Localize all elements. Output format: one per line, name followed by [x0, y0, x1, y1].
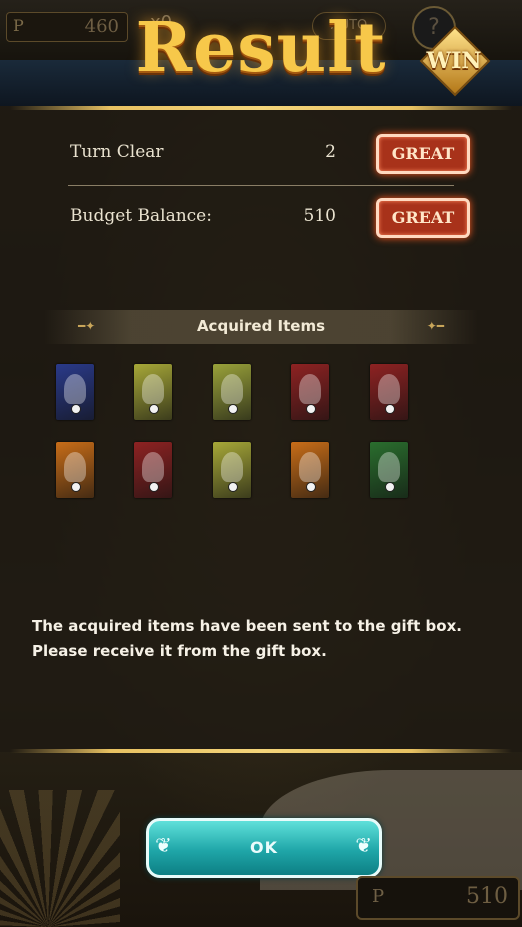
grade-badge: GREAT	[376, 198, 470, 238]
rarity-gem-icon	[306, 404, 316, 414]
rarity-gem-icon	[149, 404, 159, 414]
bottom-points-icon: P	[372, 886, 385, 907]
acquired-item-card[interactable]	[370, 364, 408, 420]
score-divider	[68, 185, 454, 186]
fan-decoration	[0, 790, 120, 927]
acquired-item-card[interactable]	[213, 442, 251, 498]
rarity-gem-icon	[71, 482, 81, 492]
acquired-item-card[interactable]	[213, 364, 251, 420]
acquired-item-card[interactable]	[56, 442, 94, 498]
rarity-gem-icon	[306, 482, 316, 492]
ok-button-label: OK	[250, 838, 278, 857]
acquired-item-card[interactable]	[291, 364, 329, 420]
score-row-budget-balance: Budget Balance: 510 GREAT	[0, 198, 522, 238]
score-value: 2	[325, 142, 336, 162]
score-value: 510	[303, 206, 336, 226]
grade-badge: GREAT	[376, 134, 470, 174]
acquired-item-card[interactable]	[291, 442, 329, 498]
panel-top-border	[10, 106, 512, 110]
score-label: Turn Clear	[70, 142, 164, 162]
rarity-gem-icon	[71, 404, 81, 414]
character-art	[378, 374, 400, 404]
bottom-points-display: P 510	[356, 876, 520, 920]
character-art	[64, 452, 86, 482]
rarity-gem-icon	[228, 404, 238, 414]
ornament-right-icon: ✦━	[426, 319, 444, 333]
rarity-gem-icon	[149, 482, 159, 492]
character-art	[378, 452, 400, 482]
gift-box-message: The acquired items have been sent to the…	[32, 614, 492, 664]
rarity-gem-icon	[228, 482, 238, 492]
win-badge-label: WIN	[426, 48, 482, 74]
acquired-item-card[interactable]	[134, 442, 172, 498]
rarity-gem-icon	[385, 404, 395, 414]
ok-button[interactable]: ❦ OK ❦	[146, 818, 382, 878]
acquired-item-card[interactable]	[370, 442, 408, 498]
character-art	[221, 452, 243, 482]
message-line-1: The acquired items have been sent to the…	[32, 617, 462, 635]
acquired-items-title: Acquired Items	[196, 317, 326, 335]
score-label: Budget Balance:	[70, 206, 212, 226]
character-art	[142, 452, 164, 482]
character-art	[221, 374, 243, 404]
curl-left-icon: ❦	[155, 833, 173, 857]
panel-bottom-border	[10, 749, 512, 753]
curl-right-icon: ❦	[355, 833, 373, 857]
win-badge: WIN	[408, 25, 500, 97]
character-art	[299, 374, 321, 404]
acquired-item-card[interactable]	[134, 364, 172, 420]
message-line-2: Please receive it from the gift box.	[32, 642, 327, 660]
acquired-items-header: ━✦ Acquired Items ✦━	[44, 310, 478, 344]
bottom-points-value: 510	[466, 884, 508, 909]
character-art	[64, 374, 86, 404]
score-row-turn-clear: Turn Clear 2 GREAT	[0, 134, 522, 174]
character-art	[299, 452, 321, 482]
rarity-gem-icon	[385, 482, 395, 492]
character-art	[142, 374, 164, 404]
acquired-item-card[interactable]	[56, 364, 94, 420]
